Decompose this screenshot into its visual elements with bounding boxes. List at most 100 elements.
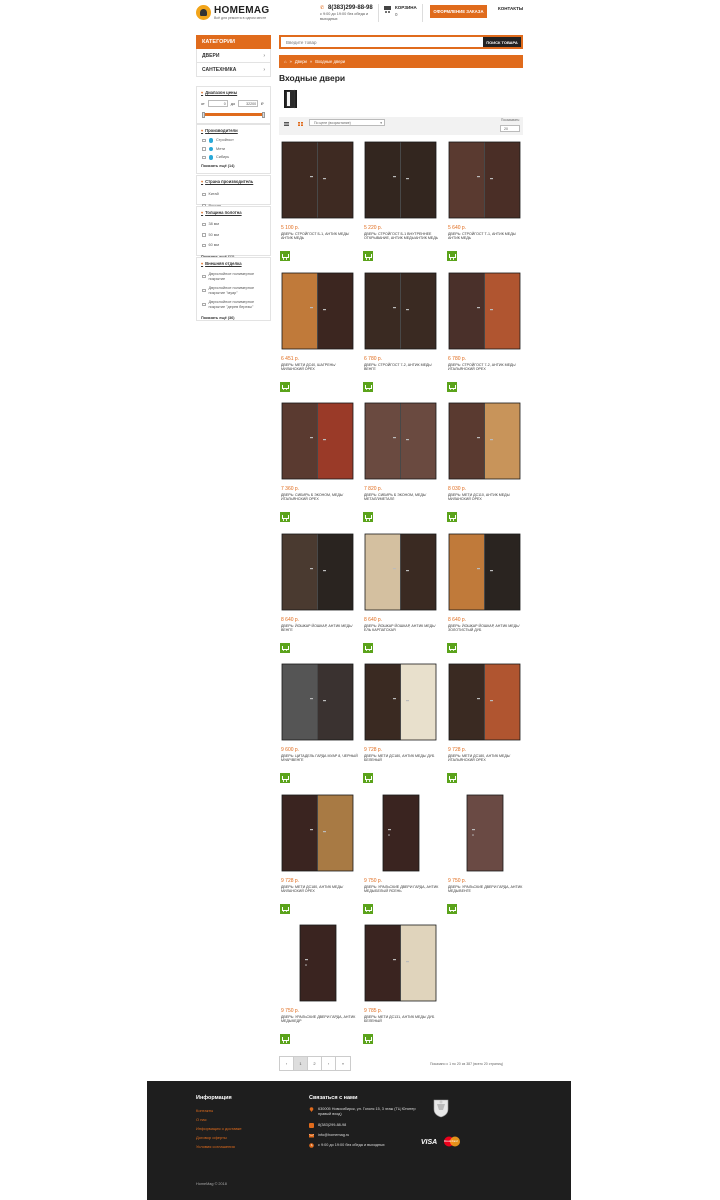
product-image[interactable] [279, 662, 359, 742]
filter-option[interactable]: Китай [197, 187, 270, 199]
finish-filter-title[interactable]: ▾ Внешняя отделка [197, 258, 270, 269]
add-to-cart-button[interactable] [280, 1034, 290, 1044]
cart-link[interactable]: КОРЗИНА 0 [383, 5, 417, 17]
footer-email[interactable]: info@homemag.ru [309, 1133, 349, 1138]
product-name[interactable]: ДВЕРЬ: СТРОЙГОСТ Б-1 ВНУТРЕННЕЕ ОТКРЫВАН… [364, 232, 442, 241]
product-card[interactable]: 9 750 р. ДВЕРЬ: УРАЛЬСКИЕ ДВЕРИ ГАРДА, АН… [362, 793, 442, 923]
product-card[interactable]: 9 728 р. ДВЕРЬ: МЕТИ ДС180, АНТИК МЕДЬ/ И… [446, 662, 526, 792]
product-card[interactable]: 7 820 р. ДВЕРЬ: СИБИРЬ Б ЭКОНОМ, МЕДЬ/ МЕ… [362, 401, 442, 531]
sort-select[interactable]: По цене (возрастание) ▾ [309, 119, 385, 126]
product-image[interactable] [446, 140, 526, 220]
checkbox[interactable] [202, 222, 206, 226]
product-name[interactable]: ДВЕРЬ: СТРОЙГОСТ 7-2, АНТИК МЕДЬ/ИТАЛЬЯН… [448, 363, 526, 372]
add-to-cart-button[interactable] [363, 773, 373, 783]
product-card[interactable]: 5 640 р. ДВЕРЬ: СТРОЙГОСТ Т-1, АНТИК МЕДЬ… [446, 140, 526, 270]
product-card[interactable]: 8 640 р. ДВЕРЬ: ЙОШКАР ЙОШКАР, АНТИК МЕДЬ… [279, 532, 359, 662]
add-to-cart-button[interactable] [447, 512, 457, 522]
slider-handle-max[interactable] [262, 111, 265, 118]
product-card[interactable]: 7 360 р. ДВЕРЬ: СИБИРЬ Б ЭКОНОМ, МЕДЬ/ ИТ… [279, 401, 359, 531]
product-image[interactable] [279, 140, 359, 220]
search-button[interactable]: ПОИСК ТОВАРА [483, 37, 521, 47]
checkbox[interactable] [202, 302, 206, 307]
home-icon[interactable]: ⌂ [284, 59, 287, 64]
product-name[interactable]: ДВЕРЬ: УРАЛЬСКИЕ ДВЕРИ ГАРДА, АНТИК МЕДЬ… [448, 885, 526, 894]
product-image[interactable] [362, 923, 442, 1003]
price-slider[interactable] [202, 111, 265, 118]
add-to-cart-button[interactable] [447, 903, 457, 914]
footer-link[interactable]: О нас [196, 1117, 207, 1122]
logo[interactable]: HOMEMAG Всё для ремонта в одном месте [196, 5, 269, 20]
page-link[interactable]: 1 [294, 1057, 308, 1070]
list-view-icon[interactable] [284, 122, 289, 126]
checkbox[interactable] [202, 155, 206, 159]
add-to-cart-button[interactable] [447, 381, 457, 392]
checkbox[interactable] [202, 288, 206, 293]
page-link[interactable]: › [322, 1057, 336, 1070]
product-image[interactable] [279, 532, 359, 612]
product-name[interactable]: ДВЕРЬ: СИБИРЬ Б ЭКОНОМ, МЕДЬ/ ИТАЛЬЯНСКИ… [281, 493, 359, 502]
show-more-link[interactable]: Показать ещё (36) [197, 311, 270, 324]
add-to-cart-button[interactable] [280, 642, 290, 653]
filter-option[interactable]: Двухслойное полимерное покрытие [197, 269, 270, 283]
product-card[interactable]: 6 780 р. ДВЕРЬ: СТРОЙГОСТ 7-2, АНТИК МЕДЬ… [446, 271, 526, 401]
product-name[interactable]: ДВЕРЬ: СТРОЙГОСТ Б-1, АНТИК МЕДЬ/АНТИК М… [281, 232, 359, 241]
product-image[interactable] [446, 271, 526, 351]
product-card[interactable]: 8 640 р. ДВЕРЬ: ЙОШКАР ЙОШКАР, АНТИК МЕДЬ… [362, 532, 442, 662]
filter-option[interactable]: Двухслойное полимерное покрытие "муар" [197, 283, 270, 297]
grid-view-icon[interactable] [298, 122, 303, 126]
filter-option[interactable]: Мети [197, 145, 270, 154]
breadcrumb-item[interactable]: Входные двери [315, 59, 345, 64]
product-name[interactable]: ДВЕРЬ: МЕТИ ДС180, АНТИК МЕДЬ/ ДУБ БЕЛЕН… [364, 754, 442, 763]
category-doors[interactable]: ДВЕРИ › [196, 49, 271, 63]
search-input[interactable] [281, 37, 483, 47]
manufacturer-filter-title[interactable]: ▾ Производители [197, 125, 270, 136]
footer-link[interactable]: Договор оферты [196, 1135, 227, 1140]
page-link[interactable]: » [336, 1057, 350, 1070]
product-image[interactable] [279, 271, 359, 351]
product-card[interactable]: 6 451 р. ДВЕРЬ: МЕТИ ДС40, ШАГРЕНЬ/ МИЛАН… [279, 271, 359, 401]
product-name[interactable]: ДВЕРЬ: ЙОШКАР ЙОШКАР, АНТИК МЕДЬ/ВЕНГЕ [281, 624, 359, 633]
category-plumbing[interactable]: САНТЕХНИКА › [196, 63, 271, 77]
product-name[interactable]: ДВЕРЬ: ЙОШКАР ЙОШКАР, АНТИК МЕДЬ/ЕЛЬ КАР… [364, 624, 442, 633]
footer-link[interactable]: Условия соглашения [196, 1144, 235, 1149]
product-name[interactable]: ДВЕРЬ: СТРОЙГОСТ 7-2, АНТИК МЕДЬ/ВЕНГЕ [364, 363, 442, 372]
product-name[interactable]: ДВЕРЬ: МЕТИ ДС131, АНТИК МЕДЬ/ ДУБ БЕЛЕН… [364, 1015, 442, 1024]
add-to-cart-button[interactable] [363, 251, 373, 261]
product-name[interactable]: ДВЕРЬ: МЕТИ ДС180, АНТИК МЕДЬ/ МИЛАНСКИЙ… [281, 885, 359, 894]
breadcrumb-item[interactable]: Двери [295, 59, 307, 64]
filter-option[interactable]: Двухслойное полимерное покрытие "дерев б… [197, 297, 270, 311]
checkbox[interactable] [202, 192, 206, 196]
product-name[interactable]: ДВЕРЬ: МЕТИ ДС40, ШАГРЕНЬ/ МИЛАНСКИЙ ОРЕ… [281, 363, 359, 372]
add-to-cart-button[interactable] [280, 773, 290, 783]
add-to-cart-button[interactable] [447, 251, 457, 261]
add-to-cart-button[interactable] [363, 903, 373, 914]
checkbox[interactable] [202, 243, 206, 247]
product-image[interactable] [446, 662, 526, 742]
footer-link[interactable]: Контакты [196, 1108, 213, 1113]
product-card[interactable]: 6 780 р. ДВЕРЬ: СТРОЙГОСТ 7-2, АНТИК МЕДЬ… [362, 271, 442, 401]
product-card[interactable]: 9 728 р. ДВЕРЬ: МЕТИ ДС180, АНТИК МЕДЬ/ Д… [362, 662, 442, 792]
per-page-select[interactable]: 20 [500, 125, 520, 132]
product-card[interactable]: 9 600 р. ДВЕРЬ: ЦИТАДЕЛЬ ГАРДА МУАР 8, ЧЕ… [279, 662, 359, 792]
product-card[interactable]: 9 750 р. ДВЕРЬ: УРАЛЬСКИЕ ДВЕРИ ГАРДА, АН… [446, 793, 526, 923]
product-card[interactable]: 5 100 р. ДВЕРЬ: СТРОЙГОСТ Б-1, АНТИК МЕДЬ… [279, 140, 359, 270]
filter-option[interactable]: 50 мм [197, 229, 270, 240]
product-name[interactable]: ДВЕРЬ: ЦИТАДЕЛЬ ГАРДА МУАР 8, ЧЕРНЫЙ МУА… [281, 754, 359, 763]
filter-option[interactable]: 60 мм [197, 239, 270, 250]
footer-phone[interactable]: 8(383)299-88-98 [309, 1123, 346, 1128]
product-image[interactable] [362, 140, 442, 220]
product-card[interactable]: 9 750 р. ДВЕРЬ: УРАЛЬСКИЕ ДВЕРИ ГАРДА, АН… [279, 923, 359, 1053]
add-to-cart-button[interactable] [363, 512, 373, 522]
product-name[interactable]: ДВЕРЬ: УРАЛЬСКИЕ ДВЕРИ ГАРДА, АНТИК МЕДЬ… [281, 1015, 359, 1024]
add-to-cart-button[interactable] [447, 642, 457, 653]
product-image[interactable] [362, 401, 442, 481]
product-name[interactable]: ДВЕРЬ: МЕТИ ДС180, АНТИК МЕДЬ/ ИТАЛЬЯНСК… [448, 754, 526, 763]
product-name[interactable]: ДВЕРЬ: МЕТИ ДС110, АНТИК МЕДЬ/ МИЛАНСКИЙ… [448, 493, 526, 502]
checkbox[interactable] [202, 274, 206, 279]
page-link[interactable]: ‹ [280, 1057, 294, 1070]
price-max-input[interactable]: 32200 [238, 100, 259, 107]
product-image[interactable] [446, 401, 526, 481]
filter-option[interactable]: Стройгост [197, 136, 270, 145]
show-more-link[interactable]: Показать ещё (14) [197, 162, 270, 172]
add-to-cart-button[interactable] [280, 381, 290, 392]
